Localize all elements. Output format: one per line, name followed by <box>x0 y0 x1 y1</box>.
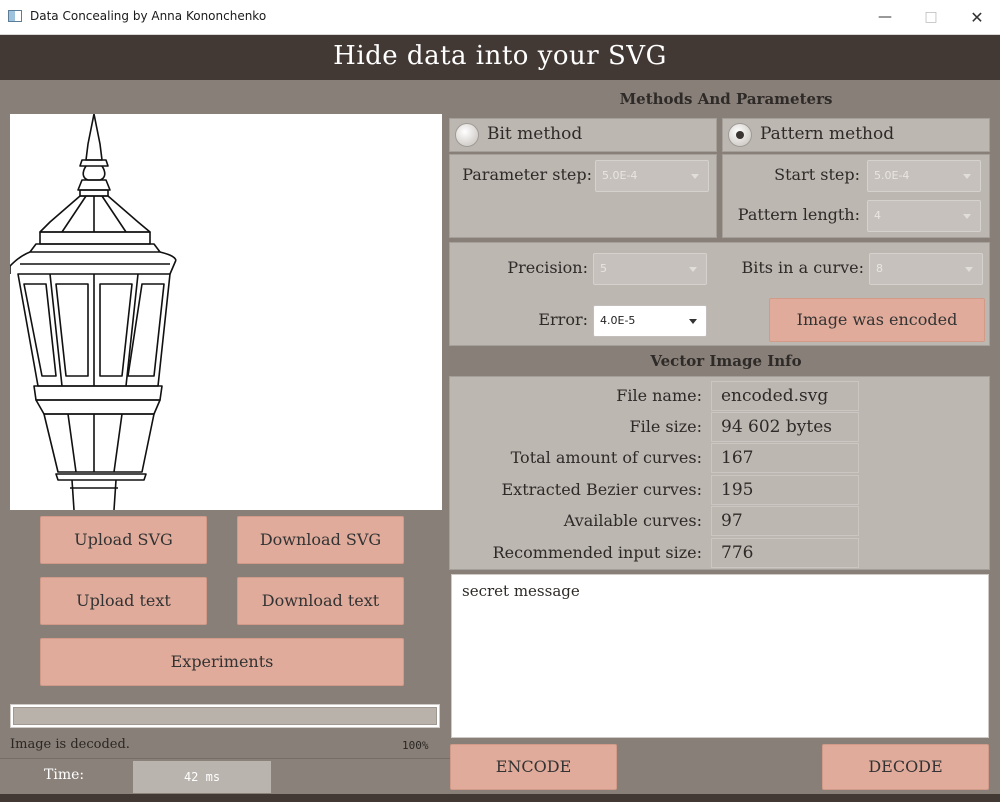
progress-bar <box>10 704 440 728</box>
chevron-down-icon <box>691 174 699 179</box>
bits-in-curve-select[interactable]: 8 <box>869 253 983 285</box>
info-value-available-curves: 97 <box>711 506 859 536</box>
error-value: 4.0E-5 <box>600 314 636 327</box>
precision-value: 5 <box>600 262 607 275</box>
precision-label: Precision: <box>507 258 588 277</box>
minimize-button[interactable]: — <box>862 0 908 35</box>
info-label-recommended-size: Recommended input size: <box>492 543 702 562</box>
info-label-bezier-curves: Extracted Bezier curves: <box>501 480 702 499</box>
pattern-length-select[interactable]: 4 <box>867 200 981 232</box>
chevron-down-icon <box>965 267 973 272</box>
info-label-file-size: File size: <box>629 417 702 436</box>
info-label-file-name: File name: <box>616 386 702 405</box>
parameter-step-select[interactable]: 5.0E-4 <box>595 160 709 192</box>
lantern-drawing <box>10 114 177 510</box>
upload-svg-button[interactable]: Upload SVG <box>40 516 207 564</box>
info-value-total-curves: 167 <box>711 443 859 473</box>
upload-text-button[interactable]: Upload text <box>40 577 207 625</box>
time-bar: Time: 42 ms <box>0 758 450 794</box>
error-select[interactable]: 4.0E-5 <box>593 305 707 337</box>
error-label: Error: <box>538 310 588 329</box>
progress-fill <box>13 707 437 725</box>
parameter-step-value: 5.0E-4 <box>602 169 638 182</box>
encode-button[interactable]: ENCODE <box>450 744 617 790</box>
pattern-method-label: Pattern method <box>760 124 895 144</box>
progress-percent: 100% <box>402 739 429 752</box>
page-title: Hide data into your SVG <box>333 41 667 71</box>
methods-title: Methods And Parameters <box>619 90 833 108</box>
time-label: Time: <box>44 767 85 783</box>
chevron-down-icon <box>963 214 971 219</box>
chevron-down-icon <box>689 319 697 324</box>
app-icon <box>8 10 22 22</box>
parameter-step-label: Parameter step: <box>462 165 592 184</box>
pattern-length-value: 4 <box>874 209 881 222</box>
status-text: Image is decoded. <box>10 737 130 752</box>
info-title: Vector Image Info <box>650 352 802 370</box>
bits-in-curve-label: Bits in a curve: <box>741 258 864 277</box>
info-value-file-size: 94 602 bytes <box>711 412 859 442</box>
pattern-method-radio[interactable] <box>728 123 752 147</box>
message-textarea[interactable]: secret message <box>451 574 989 738</box>
start-step-label: Start step: <box>774 165 860 184</box>
encoded-status-badge: Image was encoded <box>769 298 985 342</box>
experiments-button[interactable]: Experiments <box>40 638 404 686</box>
bottom-strip <box>0 794 1000 802</box>
pattern-length-label: Pattern length: <box>737 205 860 224</box>
info-label-available-curves: Available curves: <box>563 511 702 530</box>
precision-select[interactable]: 5 <box>593 253 707 285</box>
info-value-recommended-size: 776 <box>711 538 859 568</box>
start-step-value: 5.0E-4 <box>874 169 910 182</box>
chevron-down-icon <box>689 267 697 272</box>
window-title-bar: Data Concealing by Anna Kononchenko — □ … <box>0 0 1000 35</box>
info-value-bezier-curves: 195 <box>711 475 859 505</box>
bits-in-curve-value: 8 <box>876 262 883 275</box>
download-svg-button[interactable]: Download SVG <box>237 516 404 564</box>
bit-method-label: Bit method <box>487 124 583 144</box>
info-value-file-name: encoded.svg <box>711 381 859 411</box>
decode-button[interactable]: DECODE <box>822 744 989 790</box>
close-button[interactable]: ✕ <box>954 0 1000 35</box>
window-title: Data Concealing by Anna Kononchenko <box>30 9 267 23</box>
bit-method-radio[interactable] <box>455 123 479 147</box>
app-header: Hide data into your SVG <box>0 35 1000 80</box>
svg-preview <box>10 114 442 510</box>
maximize-button[interactable]: □ <box>908 0 954 35</box>
start-step-select[interactable]: 5.0E-4 <box>867 160 981 192</box>
chevron-down-icon <box>963 174 971 179</box>
info-label-total-curves: Total amount of curves: <box>510 448 702 467</box>
time-value: 42 ms <box>133 761 271 793</box>
download-text-button[interactable]: Download text <box>237 577 404 625</box>
